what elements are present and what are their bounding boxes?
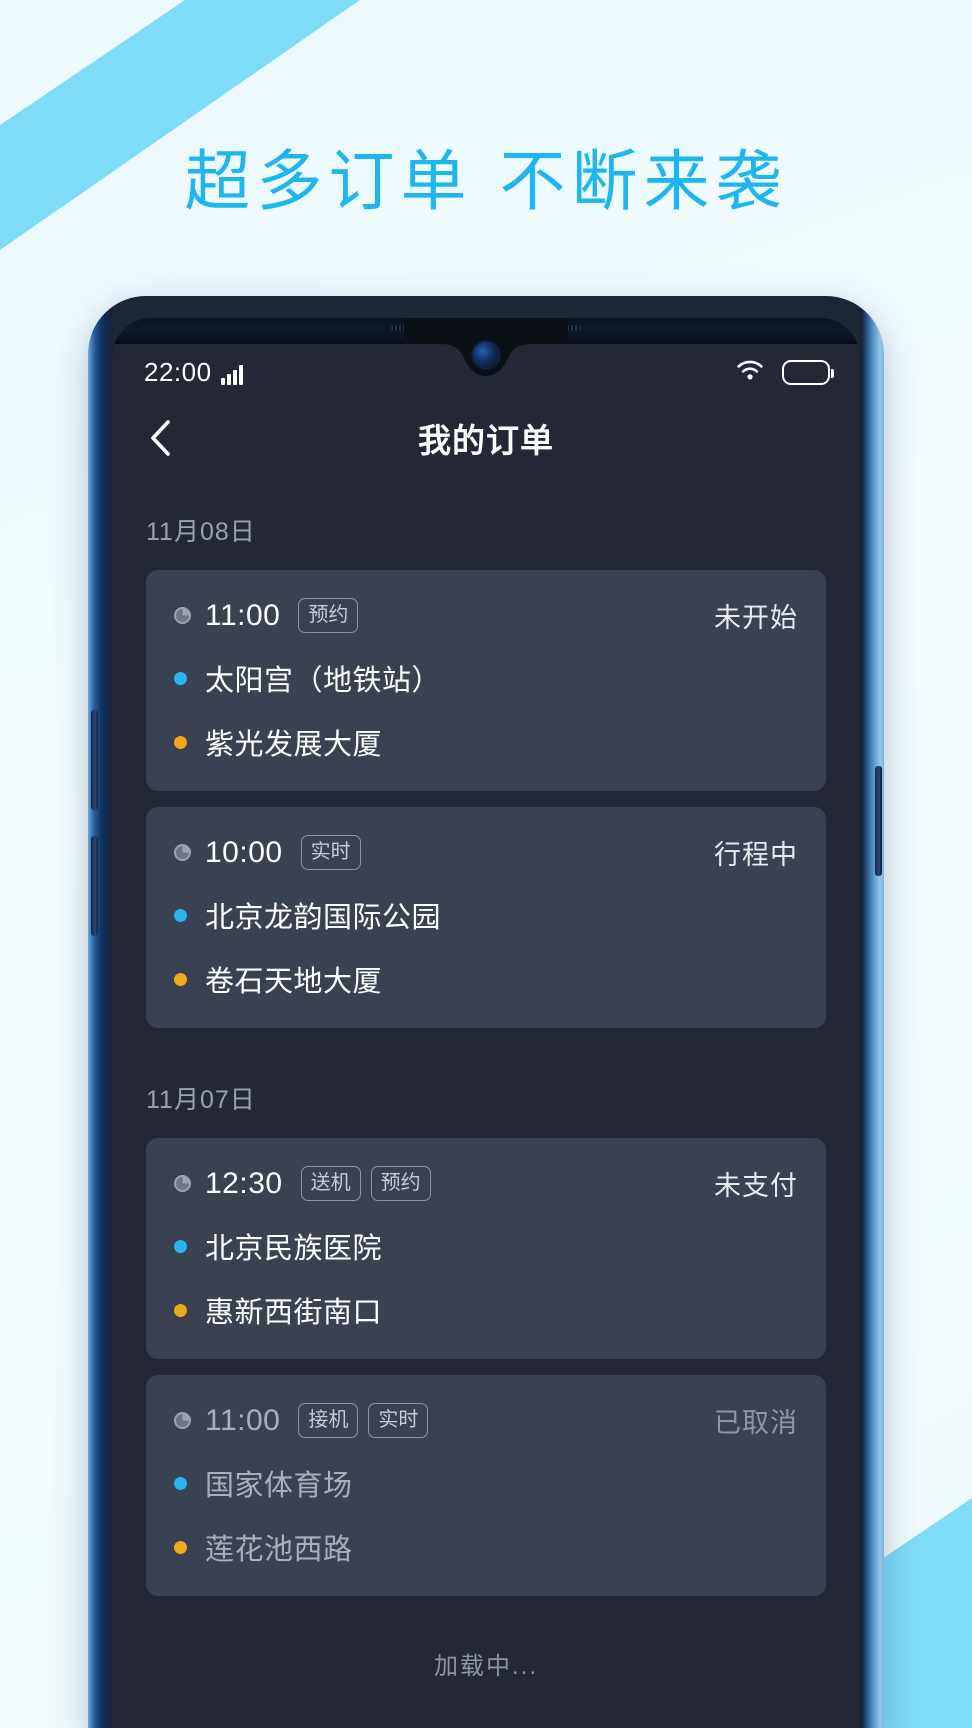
volume-up-button[interactable] [91,710,98,810]
order-start-row: 国家体育场 [174,1462,798,1504]
order-end-address: 卷石天地大厦 [205,966,383,998]
title-bar: 我的订单 [112,400,860,476]
order-end-address: 惠新西街南口 [205,1297,383,1329]
order-tag: 实时 [300,835,361,870]
order-card[interactable]: 10:00 实时 行程中 北京龙韵国际公园 卷石天地大厦 [146,807,826,1028]
order-start-address: 国家体育场 [205,1470,353,1502]
order-tag: 送机 [300,1166,361,1201]
back-chevron-icon [151,420,170,456]
promo-headline: 超多订单 不断来袭 [184,143,788,220]
order-status: 已取消 [714,1408,798,1438]
order-list[interactable]: 11月08日 11:00 预约 未开始 太阳宫（地铁站） 紫光发展大厦 10:0… [112,476,860,1691]
clock-icon [174,607,191,624]
signal-bars-icon [220,365,243,385]
order-card[interactable]: 12:30 送机 预约 未支付 北京民族医院 惠新西街南口 [146,1138,826,1359]
order-time: 10:00 [205,835,283,869]
back-button[interactable] [138,416,182,460]
front-camera-icon [473,342,499,368]
order-start-address: 北京民族医院 [205,1233,383,1265]
order-tag: 接机 [298,1403,359,1438]
phone-top-strip [112,318,860,344]
date-group-header: 11月08日 [146,518,256,546]
start-point-icon [174,671,187,685]
order-time: 12:30 [205,1166,283,1200]
order-tag: 预约 [298,598,359,633]
battery-icon [782,359,834,385]
earpiece-speaker [391,325,581,331]
wifi-icon [734,358,766,387]
clock-icon [174,844,191,861]
power-button[interactable] [875,766,882,876]
order-card-header: 12:30 送机 预约 未支付 [174,1164,798,1203]
order-end-address: 紫光发展大厦 [205,729,383,761]
order-card[interactable]: 11:00 预约 未开始 太阳宫（地铁站） 紫光发展大厦 [146,570,826,791]
order-end-row: 卷石天地大厦 [174,958,798,1000]
end-point-icon [174,1540,187,1554]
clock-icon [174,1412,191,1429]
phone-screen-bezel: 22:00 我的订单 11月08日 11:00 预约 未开始 太阳宫（地铁站） … [112,318,860,1728]
order-card-header: 10:00 实时 行程中 [174,833,798,872]
order-start-row: 太阳宫（地铁站） [174,657,798,699]
order-tags: 送机 预约 [300,1166,431,1201]
status-time: 22:00 [144,357,212,387]
order-end-row: 莲花池西路 [174,1526,798,1568]
start-point-icon [174,908,187,922]
order-start-row: 北京龙韵国际公园 [174,894,798,936]
end-point-icon [174,972,187,986]
status-bar-right [734,358,834,387]
order-tag: 预约 [370,1166,431,1201]
end-point-icon [174,735,187,749]
loading-indicator: 加载中... [433,1653,538,1680]
end-point-icon [174,1303,187,1317]
order-time: 11:00 [205,598,281,632]
order-end-row: 惠新西街南口 [174,1289,798,1331]
start-point-icon [174,1239,187,1253]
start-point-icon [174,1476,187,1490]
order-start-address: 北京龙韵国际公园 [205,902,442,934]
status-bar-left: 22:00 [144,359,243,385]
order-tags: 接机 实时 [298,1403,429,1438]
order-end-row: 紫光发展大厦 [174,721,798,763]
page-title: 我的订单 [418,422,554,459]
order-status: 未支付 [714,1171,798,1201]
app-screen: 22:00 我的订单 11月08日 11:00 预约 未开始 太阳宫（地铁站） … [112,344,860,1728]
order-tags: 预约 [298,598,359,633]
order-status: 未开始 [714,603,798,633]
volume-down-button[interactable] [91,836,98,936]
order-status: 行程中 [714,840,798,870]
phone-mockup: 22:00 我的订单 11月08日 11:00 预约 未开始 太阳宫（地铁站） … [88,296,884,1728]
date-group-header: 11月07日 [146,1086,256,1114]
order-tags: 实时 [300,835,361,870]
order-tag: 实时 [368,1403,429,1438]
order-card-header: 11:00 接机 实时 已取消 [174,1401,798,1440]
order-start-address: 太阳宫（地铁站） [205,665,442,697]
order-card[interactable]: 11:00 接机 实时 已取消 国家体育场 莲花池西路 [146,1375,826,1596]
order-end-address: 莲花池西路 [205,1534,353,1566]
order-time: 11:00 [205,1403,281,1437]
clock-icon [174,1175,191,1192]
order-card-header: 11:00 预约 未开始 [174,596,798,635]
order-start-row: 北京民族医院 [174,1225,798,1267]
